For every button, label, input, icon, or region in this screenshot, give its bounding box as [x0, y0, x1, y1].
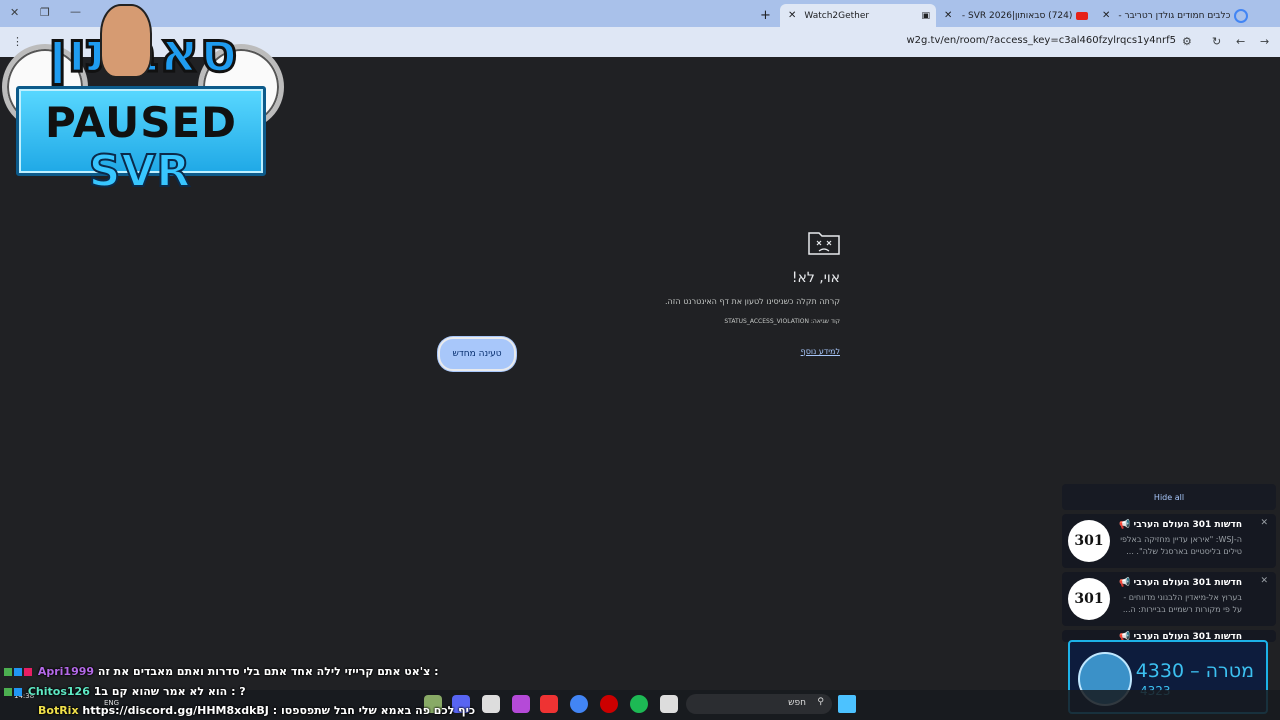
file-explorer-icon[interactable] — [660, 695, 678, 713]
chat-message: Apri1999 צ'אט אתם קרייזי לילה אחד אתם בל… — [4, 665, 439, 678]
close-tab-icon[interactable]: ✕ — [944, 10, 952, 21]
error-code: קוד שגיאה: STATUS_ACCESS_VIOLATION — [724, 318, 840, 325]
notification-card[interactable]: 301 חדשות 301 העולם הערבי 📢 בערוץ אל-מיא… — [1062, 572, 1276, 626]
chat-message: Chitos126 הוא לא אמר שהוא קם ב1 : ? — [4, 685, 246, 698]
notification-title: חדשות 301 העולם הערבי 📢 — [1119, 520, 1242, 530]
hide-all-notifications-button[interactable]: Hide all — [1062, 484, 1276, 510]
badge-icon — [4, 688, 12, 696]
sad-folder-icon — [808, 232, 840, 255]
notification-body: ה-WSJ: "איראן עדיין מחזיקה באלפי טילים ב… — [1120, 535, 1242, 556]
site-settings-icon[interactable]: ⚙ — [1182, 35, 1192, 48]
goal-label: מטרה – 4330 — [1135, 660, 1254, 682]
notification-title: חדשות 301 העולם הערבי 📢 — [1119, 578, 1242, 588]
chat-username: BotRix — [38, 704, 79, 717]
chrome-icon[interactable] — [570, 695, 588, 713]
app-icon[interactable] — [512, 695, 530, 713]
search-icon: ⚲ — [817, 697, 824, 707]
close-icon[interactable]: ✕ — [1260, 576, 1268, 586]
close-tab-icon[interactable]: ✕ — [1102, 10, 1110, 21]
error-title: אוי, לא! — [791, 270, 840, 286]
app-icon[interactable] — [482, 695, 500, 713]
back-icon[interactable]: ← — [1236, 35, 1245, 48]
tab-youtube[interactable]: ✕ (724) סבאותון|SVR 2026 - פרודיה — [944, 4, 1094, 27]
close-tab-icon[interactable]: ✕ — [788, 10, 796, 21]
svr-text: SVR — [88, 145, 192, 198]
chat-username: Apri1999 — [37, 665, 95, 678]
app-icon[interactable] — [600, 695, 618, 713]
search-placeholder: חפש — [788, 698, 806, 708]
chat-username: Chitos126 — [27, 685, 90, 698]
tab-new-tab-button[interactable]: + — [760, 4, 774, 27]
badge-icon — [14, 688, 22, 696]
tab-google[interactable]: ✕ כלבים חמודים גולדן רטריבר - חי — [1102, 4, 1252, 27]
news-channel-logo: 301 — [1068, 578, 1110, 620]
reload-button[interactable]: טעינה מחדש — [438, 337, 516, 371]
error-description: קרתה תקלה כשניסינו לטעון את דף האינטרנט … — [664, 297, 840, 306]
forward-icon[interactable]: → — [1260, 35, 1269, 48]
chat-message: BotRix https://discord.gg/HHM8xdkBJ : כי… — [4, 704, 475, 717]
chat-text: צ'אט אתם קרייזי לילה אחד אתם בלי סדרות ו… — [97, 665, 439, 678]
badge-icon — [4, 668, 12, 676]
youtube-icon — [1076, 11, 1089, 20]
close-icon[interactable]: ✕ — [1260, 518, 1268, 528]
notification-body: בערוץ אל-מיאדין הלבנוני מדווחים - על פי … — [1122, 593, 1242, 614]
close-window-icon[interactable]: ✕ — [10, 6, 19, 19]
news-channel-logo: 301 — [1068, 520, 1110, 562]
menu-dots-icon[interactable]: ⋮ — [12, 35, 23, 48]
windows-start-icon[interactable] — [838, 695, 856, 713]
chat-text: הוא לא אמר שהוא קם ב1 : ? — [93, 685, 246, 698]
google-icon — [1234, 8, 1249, 23]
notification-card[interactable]: 301 חדשות 301 העולם הערבי 📢 ה-WSJ: "אירא… — [1062, 514, 1276, 568]
app-icon[interactable] — [540, 695, 558, 713]
learn-more-link[interactable]: למידע נוסף — [801, 347, 840, 356]
taskbar-search[interactable]: חפש ⚲ — [686, 694, 832, 714]
spotify-icon[interactable] — [630, 695, 648, 713]
tab-title: כלבים חמודים גולדן רטריבר - חי — [1118, 10, 1231, 21]
minimize-window-icon[interactable]: — — [70, 5, 81, 18]
badge-icon — [14, 668, 22, 676]
badge-icon — [24, 668, 32, 676]
tab-title: (724) סבאותון|SVR 2026 - פרודיה — [960, 10, 1073, 21]
streamer-avatar — [100, 4, 152, 78]
restore-window-icon[interactable]: ❐ — [40, 6, 50, 19]
paused-text: PAUSED — [44, 98, 238, 147]
tab-title: Watch2Gether — [804, 10, 870, 21]
url-input[interactable]: w2g.tv/en/room/?access_key=c3al460fzylrq… — [906, 35, 1176, 46]
chat-text: https://discord.gg/HHM8xdkBJ : כיף לכם פ… — [82, 704, 476, 717]
media-icon: ▣ — [921, 10, 930, 21]
tab-watch2gether[interactable]: ✕ Watch2Gether ▣ — [780, 4, 936, 27]
reload-icon[interactable]: ↻ — [1212, 35, 1221, 48]
